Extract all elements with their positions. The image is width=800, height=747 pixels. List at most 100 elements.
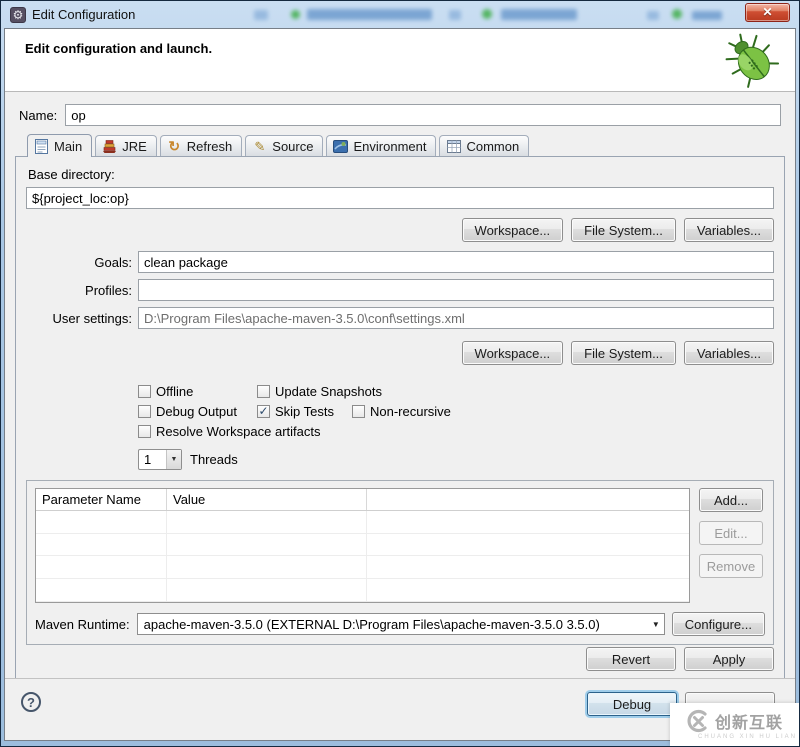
goals-label: Goals:: [94, 254, 132, 270]
column-header-blank: [367, 489, 689, 510]
censored-taskbar-item: [482, 9, 492, 19]
close-window-button[interactable]: ✕: [745, 3, 790, 22]
checkbox-non-recursive[interactable]: Non-recursive: [352, 404, 451, 419]
name-row: Name:: [19, 104, 781, 126]
profiles-label: Profiles:: [85, 282, 132, 298]
tab-refresh[interactable]: ↻ Refresh: [159, 135, 243, 156]
tab-environment[interactable]: Environment: [326, 135, 437, 156]
parameters-group: Parameter Name Value Add... Edit... Remo…: [26, 480, 774, 645]
debug-button[interactable]: Debug: [587, 692, 677, 716]
configure-button[interactable]: Configure...: [671, 612, 765, 636]
remove-button[interactable]: Remove: [699, 554, 763, 578]
tab-label: JRE: [122, 138, 147, 154]
tab-jre[interactable]: JRE: [95, 135, 157, 156]
watermark: 创新互联 CHUANG XIN HU LIAN: [670, 703, 799, 746]
user-settings-label: User settings:: [52, 310, 132, 326]
tab-common[interactable]: Common: [439, 135, 530, 156]
debug-bug-icon: [721, 31, 783, 96]
variables-button[interactable]: Variables...: [683, 341, 774, 365]
checkbox-box-checked: ✓: [257, 404, 270, 418]
chevron-down-icon: ▼: [166, 450, 181, 469]
watermark-subtext: CHUANG XIN HU LIAN: [697, 734, 797, 740]
help-button[interactable]: ?: [21, 692, 41, 712]
user-settings-input[interactable]: [138, 307, 774, 329]
maven-runtime-row: Maven Runtime: apache-maven-3.5.0 (EXTER…: [35, 612, 765, 636]
file-system-button[interactable]: File System...: [571, 341, 676, 365]
censored-taskbar-item: [291, 10, 300, 19]
profiles-row: Profiles:: [26, 279, 774, 301]
table-row[interactable]: [36, 579, 689, 602]
column-header-parameter-name[interactable]: Parameter Name: [36, 489, 167, 510]
main-area: Name: Main JRE ↻: [5, 92, 795, 678]
profiles-input[interactable]: [138, 279, 774, 301]
jre-books-icon: [102, 139, 117, 154]
column-header-value[interactable]: Value: [167, 489, 367, 510]
edit-configuration-window: ⚙ Edit Configuration ✕ Edit configuratio…: [0, 0, 800, 747]
tab-source[interactable]: ✎ Source: [245, 135, 324, 156]
table-row[interactable]: [36, 510, 689, 534]
user-settings-buttons: Workspace... File System... Variables...: [26, 341, 774, 365]
threads-row: 1 ▼ Threads: [138, 449, 774, 470]
user-settings-row: User settings:: [26, 307, 774, 329]
name-input[interactable]: [65, 104, 781, 126]
table-icon: [446, 139, 461, 154]
header-message: Edit configuration and launch.: [25, 41, 213, 56]
checkbox-box: [138, 404, 151, 418]
apply-button[interactable]: Apply: [684, 647, 774, 671]
tab-label: Main: [54, 138, 83, 154]
threads-select[interactable]: 1 ▼: [138, 449, 182, 470]
base-directory-label: Base directory:: [28, 167, 115, 182]
checkbox-update-snapshots[interactable]: Update Snapshots: [257, 384, 382, 399]
tab-bar: Main JRE ↻ Refresh ✎ Source Environment …: [27, 134, 785, 157]
main-tab-content: Base directory: Workspace... File System…: [15, 156, 785, 678]
censored-taskbar-item: [672, 9, 682, 19]
source-pencil-icon: ✎: [254, 138, 266, 154]
table-row[interactable]: [36, 533, 689, 557]
checkbox-box: [138, 384, 151, 398]
file-system-button[interactable]: File System...: [571, 218, 676, 242]
maven-runtime-select[interactable]: apache-maven-3.5.0 (EXTERNAL D:\Program …: [136, 613, 665, 635]
checkbox-skip-tests[interactable]: ✓ Skip Tests: [257, 404, 352, 419]
edit-button[interactable]: Edit...: [699, 521, 763, 545]
title-bar[interactable]: ⚙ Edit Configuration ✕: [4, 1, 796, 28]
document-icon: [34, 138, 49, 154]
variables-button[interactable]: Variables...: [683, 218, 774, 242]
censored-taskbar-item: [449, 10, 461, 20]
base-directory-buttons: Workspace... File System... Variables...: [26, 218, 774, 242]
parameter-table-buttons: Add... Edit... Remove: [699, 488, 765, 603]
window-title: Edit Configuration: [32, 7, 136, 22]
checkbox-box: [138, 424, 151, 438]
refresh-icon: ↻: [168, 138, 181, 154]
base-directory-input[interactable]: [26, 187, 774, 209]
dialog-body: Edit configuration and launch. Name: op …: [4, 28, 796, 741]
tab-main[interactable]: Main: [27, 134, 93, 157]
table-row[interactable]: [36, 556, 689, 580]
parameter-table[interactable]: Parameter Name Value: [35, 488, 690, 603]
table-header-row: Parameter Name Value: [36, 489, 689, 511]
censored-taskbar-item: [307, 9, 432, 20]
censored-taskbar-item: [692, 11, 722, 20]
watermark-logo-icon: [687, 709, 707, 733]
checkbox-box: [257, 384, 270, 398]
environment-icon: [333, 139, 349, 154]
censored-taskbar-item: [501, 9, 577, 20]
censored-taskbar-item: [647, 11, 659, 20]
chevron-down-icon: ▼: [651, 619, 660, 629]
tab-label: Refresh: [186, 138, 233, 154]
checkbox-box: [352, 404, 365, 418]
workspace-button[interactable]: Workspace...: [461, 341, 564, 365]
dialog-header: Edit configuration and launch.: [5, 29, 795, 92]
watermark-brand: 创新互联: [714, 715, 783, 732]
add-button[interactable]: Add...: [699, 488, 763, 512]
checkbox-offline[interactable]: Offline: [138, 384, 257, 399]
tab-label: Environment: [353, 138, 427, 154]
name-label: Name:: [19, 107, 58, 123]
revert-apply-row: Revert Apply: [26, 645, 774, 678]
revert-button[interactable]: Revert: [586, 647, 676, 671]
checkbox-debug-output[interactable]: Debug Output: [138, 404, 257, 419]
workspace-button[interactable]: Workspace...: [461, 218, 564, 242]
goals-input[interactable]: [138, 251, 774, 273]
maven-runtime-label: Maven Runtime:: [35, 616, 130, 632]
censored-taskbar-item: [254, 10, 268, 20]
checkbox-resolve-workspace-artifacts[interactable]: Resolve Workspace artifacts: [138, 424, 321, 439]
